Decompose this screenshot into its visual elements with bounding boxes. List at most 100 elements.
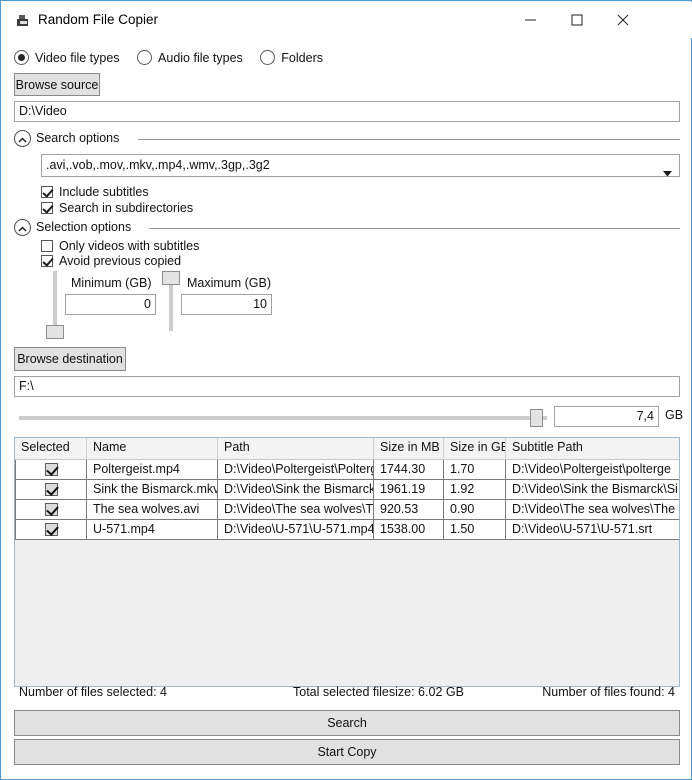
extensions-combobox[interactable]: .avi,.vob,.mov,.mkv,.mp4,.wmv,.3gp,.3g2 bbox=[41, 154, 680, 177]
maximize-icon[interactable] bbox=[554, 3, 600, 36]
row-size-mb-cell: 1744.30 bbox=[374, 460, 444, 480]
file-list-table[interactable]: Selected Name Path Size in MB Size in GB… bbox=[14, 437, 680, 687]
row-selected-cell[interactable] bbox=[15, 460, 87, 480]
selection-options-label: Selection options bbox=[36, 220, 132, 234]
row-path-cell: D:\Video\Poltergeist\Poltergei bbox=[218, 460, 374, 480]
checkbox-label: Avoid previous copied bbox=[59, 253, 182, 268]
row-size-gb-cell: 1.70 bbox=[444, 460, 506, 480]
chevron-down-icon bbox=[663, 163, 672, 184]
column-header-size-in-mb[interactable]: Size in MB bbox=[374, 438, 444, 459]
checkbox-icon[interactable] bbox=[44, 463, 58, 476]
group-divider bbox=[138, 139, 680, 140]
minimum-size-slider[interactable] bbox=[45, 271, 65, 339]
checkbox-icon bbox=[41, 254, 53, 267]
radio-dot-icon bbox=[14, 50, 29, 66]
maximum-label: Maximum (GB) bbox=[187, 276, 272, 290]
column-header-subtitle-path[interactable]: Subtitle Path bbox=[506, 438, 679, 459]
window-title: Random File Copier bbox=[38, 12, 159, 27]
browse-destination-button[interactable]: Browse destination bbox=[14, 347, 126, 371]
row-path-cell: D:\Video\U-571\U-571.mp4 bbox=[218, 520, 374, 540]
row-name-cell: U-571.mp4 bbox=[87, 520, 218, 540]
chevron-up-icon[interactable] bbox=[14, 219, 31, 236]
close-icon[interactable] bbox=[600, 3, 646, 36]
include-subtitles-checkbox[interactable]: Include subtitles bbox=[41, 183, 149, 200]
radio-label: Audio file types bbox=[158, 50, 243, 65]
checkbox-icon[interactable] bbox=[44, 483, 58, 496]
maximum-value-input[interactable]: 10 bbox=[181, 294, 272, 315]
total-filesize-status: Total selected filesize: 6.02 GB bbox=[293, 685, 464, 699]
row-subtitle-path-cell: D:\Video\Poltergeist\polterge bbox=[506, 460, 679, 480]
application-window: Random File Copier Video file types Audi… bbox=[0, 0, 692, 780]
files-selected-status: Number of files selected: 4 bbox=[19, 685, 167, 699]
checkbox-label: Only videos with subtitles bbox=[59, 238, 200, 253]
table-row[interactable]: U-571.mp4 D:\Video\U-571\U-571.mp4 1538.… bbox=[15, 520, 679, 540]
extensions-value: .avi,.vob,.mov,.mkv,.mp4,.wmv,.3gp,.3g2 bbox=[46, 158, 270, 172]
row-size-gb-cell: 1.92 bbox=[444, 480, 506, 500]
files-found-status: Number of files found: 4 bbox=[542, 685, 675, 699]
row-path-cell: D:\Video\The sea wolves\The bbox=[218, 500, 374, 520]
table-header-row: Selected Name Path Size in MB Size in GB… bbox=[15, 438, 679, 460]
column-header-size-in-gb[interactable]: Size in GB bbox=[444, 438, 506, 459]
checkbox-icon bbox=[41, 185, 53, 198]
row-selected-cell[interactable] bbox=[15, 500, 87, 520]
file-type-radio-group: Video file types Audio file types Folder… bbox=[14, 50, 337, 70]
column-header-path[interactable]: Path bbox=[218, 438, 374, 459]
row-name-cell: The sea wolves.avi bbox=[87, 500, 218, 520]
column-header-name[interactable]: Name bbox=[87, 438, 218, 459]
radio-label: Folders bbox=[281, 50, 323, 65]
minimum-value-input[interactable]: 0 bbox=[65, 294, 156, 315]
copier-icon bbox=[15, 13, 30, 28]
avoid-previous-copied-checkbox[interactable]: Avoid previous copied bbox=[41, 252, 181, 269]
row-name-cell: Poltergeist.mp4 bbox=[87, 460, 218, 480]
slider-thumb[interactable] bbox=[162, 271, 180, 285]
row-size-gb-cell: 1.50 bbox=[444, 520, 506, 540]
row-size-mb-cell: 920.53 bbox=[374, 500, 444, 520]
destination-path-input[interactable]: F:\ bbox=[14, 376, 680, 397]
table-row[interactable]: The sea wolves.avi D:\Video\The sea wolv… bbox=[15, 500, 679, 520]
table-row[interactable]: Poltergeist.mp4 D:\Video\Poltergeist\Pol… bbox=[15, 460, 679, 480]
minimum-label: Minimum (GB) bbox=[71, 276, 152, 290]
search-subdirectories-checkbox[interactable]: Search in subdirectories bbox=[41, 199, 193, 216]
row-path-cell: D:\Video\Sink the Bismarck\Si bbox=[218, 480, 374, 500]
selection-options-group-header: Selection options bbox=[14, 219, 680, 237]
row-subtitle-path-cell: D:\Video\Sink the Bismarck\Si bbox=[506, 480, 679, 500]
copy-size-unit-label: GB bbox=[665, 408, 684, 422]
checkbox-icon[interactable] bbox=[44, 503, 58, 516]
radio-dot-icon bbox=[260, 50, 276, 66]
group-divider bbox=[149, 228, 680, 229]
maximum-size-slider[interactable] bbox=[161, 271, 181, 331]
slider-track bbox=[19, 416, 547, 420]
chevron-up-icon[interactable] bbox=[14, 130, 31, 147]
row-selected-cell[interactable] bbox=[15, 480, 87, 500]
checkbox-icon bbox=[41, 239, 53, 252]
table-row[interactable]: Sink the Bismarck.mkv D:\Video\Sink the … bbox=[15, 480, 679, 500]
start-copy-button[interactable]: Start Copy bbox=[14, 739, 680, 765]
slider-thumb[interactable] bbox=[530, 409, 543, 427]
copy-size-slider[interactable] bbox=[19, 409, 547, 427]
row-subtitle-path-cell: D:\Video\U-571\U-571.srt bbox=[506, 520, 679, 540]
row-size-mb-cell: 1961.19 bbox=[374, 480, 444, 500]
row-size-mb-cell: 1538.00 bbox=[374, 520, 444, 540]
checkbox-label: Include subtitles bbox=[59, 184, 149, 199]
radio-video-file-types[interactable]: Video file types bbox=[14, 50, 120, 66]
source-path-input[interactable]: D:\Video bbox=[14, 101, 680, 122]
column-header-selected[interactable]: Selected bbox=[15, 438, 87, 459]
copy-size-value-input[interactable]: 7,4 bbox=[554, 406, 659, 427]
slider-thumb[interactable] bbox=[46, 325, 64, 339]
row-selected-cell[interactable] bbox=[15, 520, 87, 540]
title-bar: Random File Copier bbox=[2, 2, 692, 38]
checkbox-icon bbox=[41, 201, 53, 214]
checkbox-label: Search in subdirectories bbox=[59, 200, 194, 215]
search-options-group-header: Search options bbox=[14, 130, 680, 148]
search-button[interactable]: Search bbox=[14, 710, 680, 736]
radio-label: Video file types bbox=[35, 50, 120, 65]
row-subtitle-path-cell: D:\Video\The sea wolves\The bbox=[506, 500, 679, 520]
row-name-cell: Sink the Bismarck.mkv bbox=[87, 480, 218, 500]
search-options-label: Search options bbox=[36, 131, 120, 145]
row-size-gb-cell: 0.90 bbox=[444, 500, 506, 520]
checkbox-icon[interactable] bbox=[44, 523, 58, 536]
radio-folders[interactable]: Folders bbox=[260, 50, 323, 66]
radio-audio-file-types[interactable]: Audio file types bbox=[137, 50, 243, 66]
minimize-icon[interactable] bbox=[508, 3, 554, 36]
browse-source-button[interactable]: Browse source bbox=[14, 73, 100, 96]
